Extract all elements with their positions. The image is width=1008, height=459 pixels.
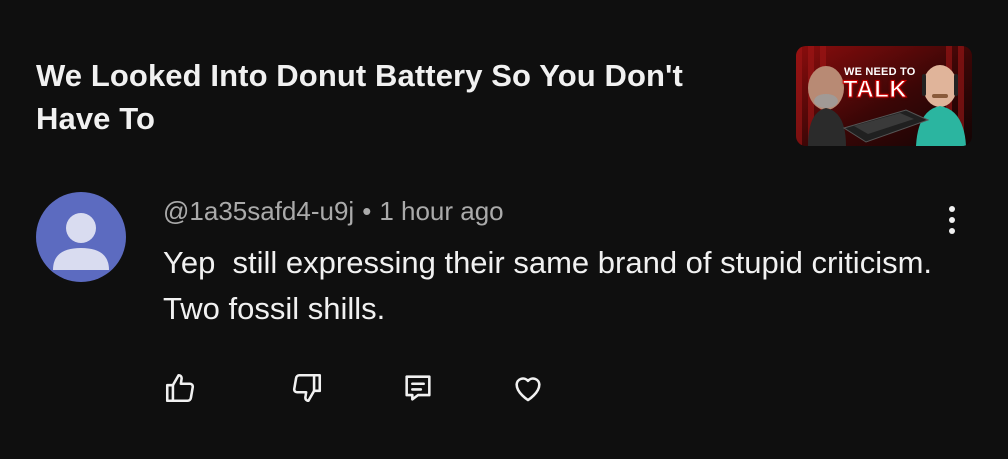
thumbnail-text-main: TALK: [842, 76, 908, 104]
avatar[interactable]: [36, 192, 126, 282]
thumb-up-icon: [165, 373, 195, 403]
heart-button[interactable]: [508, 368, 548, 408]
comment-detail-page: We Looked Into Donut Battery So You Don'…: [0, 0, 1008, 459]
comment-text: Yep still expressing their same brand of…: [163, 245, 949, 326]
comment-icon: [405, 375, 431, 401]
video-title[interactable]: We Looked Into Donut Battery So You Don'…: [36, 54, 736, 140]
comment-author[interactable]: @1a35safd4-u9j: [163, 196, 354, 226]
more-vertical-icon-dot: [949, 217, 955, 223]
more-vertical-icon-dot: [949, 228, 955, 234]
heart-icon: [515, 377, 541, 402]
dislike-button[interactable]: [287, 368, 327, 408]
comment-meta: @1a35safd4-u9j • 1 hour ago: [163, 196, 504, 227]
more-vertical-icon: [949, 206, 955, 212]
more-options-button[interactable]: [938, 200, 966, 240]
default-user-icon: [53, 213, 109, 270]
meta-separator: •: [362, 196, 372, 226]
video-thumbnail[interactable]: WE NEED TO TALK: [796, 46, 972, 146]
thumb-down-icon: [292, 373, 322, 403]
reply-button[interactable]: [398, 368, 438, 408]
comment-time: 1 hour ago: [379, 196, 504, 226]
like-button[interactable]: [160, 368, 200, 408]
